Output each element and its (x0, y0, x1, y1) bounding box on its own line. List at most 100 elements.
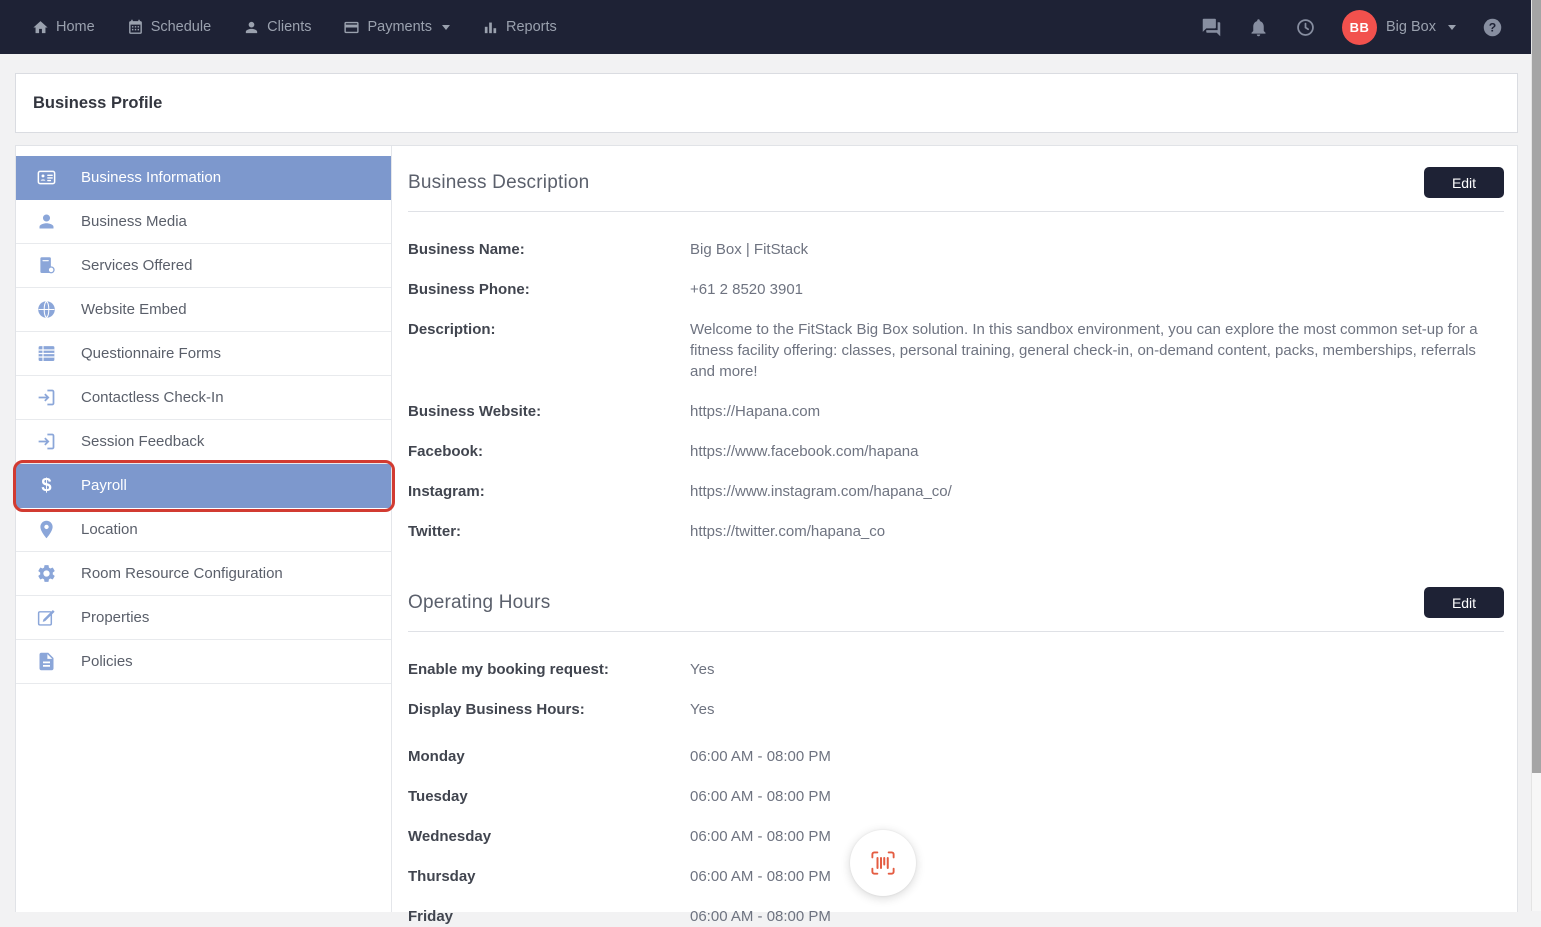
sidebar-item-session-feedback[interactable]: Session Feedback (16, 420, 391, 464)
chevron-down-icon (442, 25, 450, 30)
field-label: Display Business Hours: (408, 699, 690, 720)
operating-hours-row-wednesday: Wednesday 06:00 AM - 08:00 PM (408, 826, 1504, 847)
edit-business-description-button[interactable]: Edit (1424, 167, 1504, 198)
field-value: Yes (690, 699, 1504, 720)
field-value: 06:00 AM - 08:00 PM (690, 866, 1504, 887)
field-label: Friday (408, 906, 690, 927)
svg-text:?: ? (1489, 20, 1496, 34)
operating-hours-section: Operating Hours Edit Enable my booking r… (408, 561, 1504, 927)
field-label: Business Name: (408, 239, 690, 260)
field-value: Welcome to the FitStack Big Box solution… (690, 319, 1504, 382)
help-icon[interactable]: ? (1482, 17, 1503, 38)
field-value: 06:00 AM - 08:00 PM (690, 826, 1504, 847)
bell-icon[interactable] (1248, 17, 1269, 38)
annotation-highlight (13, 460, 395, 512)
nav-item-home[interactable]: Home (32, 19, 95, 36)
home-icon (32, 19, 49, 36)
operating-hours-row-tuesday: Tuesday 06:00 AM - 08:00 PM (408, 786, 1504, 807)
forms-icon (35, 343, 58, 364)
sidebar-item-location[interactable]: Location (16, 508, 391, 552)
nav-right: BB Big Box ? (1201, 10, 1503, 45)
clock-icon[interactable] (1295, 17, 1316, 38)
sidebar-item-policies[interactable]: Policies (16, 640, 391, 684)
barcode-scan-icon (868, 848, 898, 878)
sidebar: Business Information Business Media Serv… (16, 146, 392, 912)
document-icon (35, 651, 58, 672)
field-label: Thursday (408, 866, 690, 887)
bar-chart-icon (482, 19, 499, 36)
sidebar-item-services-offered[interactable]: Services Offered (16, 244, 391, 288)
check-in-icon (35, 387, 58, 408)
sidebar-item-website-embed[interactable]: Website Embed (16, 288, 391, 332)
sidebar-item-business-information[interactable]: Business Information (16, 156, 391, 200)
field-label: Description: (408, 319, 690, 340)
account-menu[interactable]: BB Big Box (1342, 10, 1456, 45)
business-description-row-business-phone: Business Phone: +61 2 8520 3901 (408, 279, 1504, 300)
sidebar-item-label: Contactless Check-In (81, 389, 224, 406)
operating-hours-row-enable-my-booking-request: Enable my booking request: Yes (408, 659, 1504, 680)
sidebar-item-label: Business Media (81, 213, 187, 230)
sidebar-item-label: Room Resource Configuration (81, 565, 283, 582)
chevron-down-icon (1448, 25, 1456, 30)
globe-icon (35, 299, 58, 320)
operating-hours-row-display-business-hours: Display Business Hours: Yes (408, 699, 1504, 720)
field-label: Enable my booking request: (408, 659, 690, 680)
person-icon (35, 211, 58, 232)
field-value: https://www.instagram.com/hapana_co/ (690, 481, 1504, 502)
barcode-scan-button[interactable] (850, 830, 916, 896)
operating-hours-days: Monday 06:00 AM - 08:00 PM Tuesday 06:00… (408, 739, 1504, 927)
nav-item-reports[interactable]: Reports (482, 19, 557, 36)
sidebar-item-room-resource-configuration[interactable]: Room Resource Configuration (16, 552, 391, 596)
scrollbar-track[interactable] (1531, 0, 1541, 911)
nav-menu: Home Schedule Clients Payments Reports (32, 19, 557, 36)
calendar-icon (127, 19, 144, 36)
dollar-icon: $ (35, 475, 58, 496)
scrollbar-thumb[interactable] (1532, 0, 1541, 773)
map-pin-icon (35, 519, 58, 540)
sidebar-item-payroll[interactable]: $ Payroll (16, 464, 391, 508)
business-profile-panel: Business Information Business Media Serv… (15, 145, 1518, 912)
sidebar-item-contactless-check-in[interactable]: Contactless Check-In (16, 376, 391, 420)
operating-hours-row-thursday: Thursday 06:00 AM - 08:00 PM (408, 866, 1504, 887)
sidebar-item-label: Location (81, 521, 138, 538)
avatar[interactable]: BB (1342, 10, 1377, 45)
page-header: Business Profile (15, 73, 1518, 133)
field-label: Business Phone: (408, 279, 690, 300)
field-label: Business Website: (408, 401, 690, 422)
field-value: https://twitter.com/hapana_co (690, 521, 1504, 542)
field-value: https://Hapana.com (690, 401, 1504, 422)
page-title: Business Profile (33, 94, 162, 113)
svg-text:$: $ (41, 475, 51, 495)
sidebar-item-label: Business Information (81, 169, 221, 186)
services-icon (35, 255, 58, 276)
id-card-icon (35, 167, 58, 188)
field-label: Wednesday (408, 826, 690, 847)
sidebar-item-questionnaire-forms[interactable]: Questionnaire Forms (16, 332, 391, 376)
field-value: https://www.facebook.com/hapana (690, 441, 1504, 462)
user-icon (243, 19, 260, 36)
account-label: Big Box (1386, 19, 1436, 35)
business-description-row-twitter: Twitter: https://twitter.com/hapana_co (408, 521, 1504, 542)
business-description-row-description: Description: Welcome to the FitStack Big… (408, 319, 1504, 382)
business-description-title: Business Description (408, 172, 589, 194)
chat-icon[interactable] (1201, 17, 1222, 38)
nav-item-payments[interactable]: Payments (343, 19, 449, 36)
edit-operating-hours-button[interactable]: Edit (1424, 587, 1504, 618)
nav-item-clients[interactable]: Clients (243, 19, 311, 36)
sidebar-item-label: Properties (81, 609, 149, 626)
business-description-row-business-name: Business Name: Big Box | FitStack (408, 239, 1504, 260)
operating-hours-header: Operating Hours Edit (408, 561, 1504, 618)
business-description-row-facebook: Facebook: https://www.facebook.com/hapan… (408, 441, 1504, 462)
sidebar-item-business-media[interactable]: Business Media (16, 200, 391, 244)
field-label: Twitter: (408, 521, 690, 542)
sidebar-item-properties[interactable]: Properties (16, 596, 391, 640)
sidebar-item-label: Services Offered (81, 257, 192, 274)
nav-right-icons (1201, 17, 1316, 38)
operating-hours-row-friday: Friday 06:00 AM - 08:00 PM (408, 906, 1504, 927)
field-value: Big Box | FitStack (690, 239, 1504, 260)
field-label: Monday (408, 746, 690, 767)
feedback-icon (35, 431, 58, 452)
sidebar-item-label: Payroll (81, 477, 127, 494)
operating-hours-title: Operating Hours (408, 592, 550, 614)
nav-item-schedule[interactable]: Schedule (127, 19, 211, 36)
